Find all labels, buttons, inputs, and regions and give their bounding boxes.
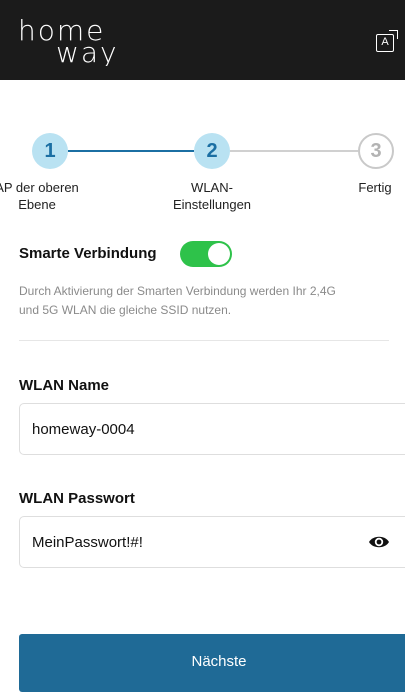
wlan-password-input[interactable] bbox=[32, 517, 352, 567]
homeway-logo: home way bbox=[18, 18, 119, 66]
eye-icon[interactable] bbox=[368, 533, 390, 551]
progress-stepper: 1 2 3 AP der oberen Ebene WLAN- Einstell… bbox=[0, 133, 405, 223]
translate-icon-letter: A bbox=[381, 36, 389, 48]
toggle-knob bbox=[208, 243, 230, 265]
description-line-1: Durch Aktivierung der Smarten Verbindung… bbox=[19, 284, 336, 298]
step-1-label-line1: AP der oberen bbox=[0, 180, 79, 195]
step-2-label: WLAN- Einstellungen bbox=[162, 179, 262, 213]
wlan-name-label: WLAN Name bbox=[19, 377, 110, 394]
wlan-password-label: WLAN Passwort bbox=[19, 490, 135, 507]
section-divider bbox=[19, 340, 389, 341]
smart-connection-description: Durch Aktivierung der Smarten Verbindung… bbox=[19, 282, 379, 320]
step-3-label: Fertig bbox=[350, 179, 400, 196]
step-2-label-line1: WLAN- bbox=[191, 180, 233, 195]
step-2-label-line2: Einstellungen bbox=[172, 197, 252, 212]
svg-text:way: way bbox=[56, 36, 119, 66]
step-2-circle: 2 bbox=[194, 133, 230, 169]
description-line-2: und 5G WLAN die gleiche SSID nutzen. bbox=[19, 303, 232, 317]
step-1-label: AP der oberen Ebene bbox=[0, 179, 82, 213]
app-header: home way A bbox=[0, 0, 405, 80]
wlan-name-input[interactable] bbox=[32, 404, 352, 454]
step-1-circle: 1 bbox=[32, 133, 68, 169]
translate-icon[interactable]: A bbox=[376, 30, 398, 52]
step-connector-2 bbox=[230, 150, 358, 152]
wlan-name-field[interactable] bbox=[19, 403, 405, 455]
step-1-label-line2: Ebene bbox=[18, 197, 56, 212]
step-3-label-line1: Fertig bbox=[358, 180, 392, 195]
next-button[interactable]: Nächste bbox=[19, 634, 405, 692]
step-3-circle: 3 bbox=[358, 133, 394, 169]
step-connector-1 bbox=[68, 150, 194, 152]
wlan-password-field[interactable] bbox=[19, 516, 405, 568]
smart-connection-toggle[interactable] bbox=[180, 241, 232, 267]
smart-connection-title: Smarte Verbindung bbox=[19, 245, 157, 262]
